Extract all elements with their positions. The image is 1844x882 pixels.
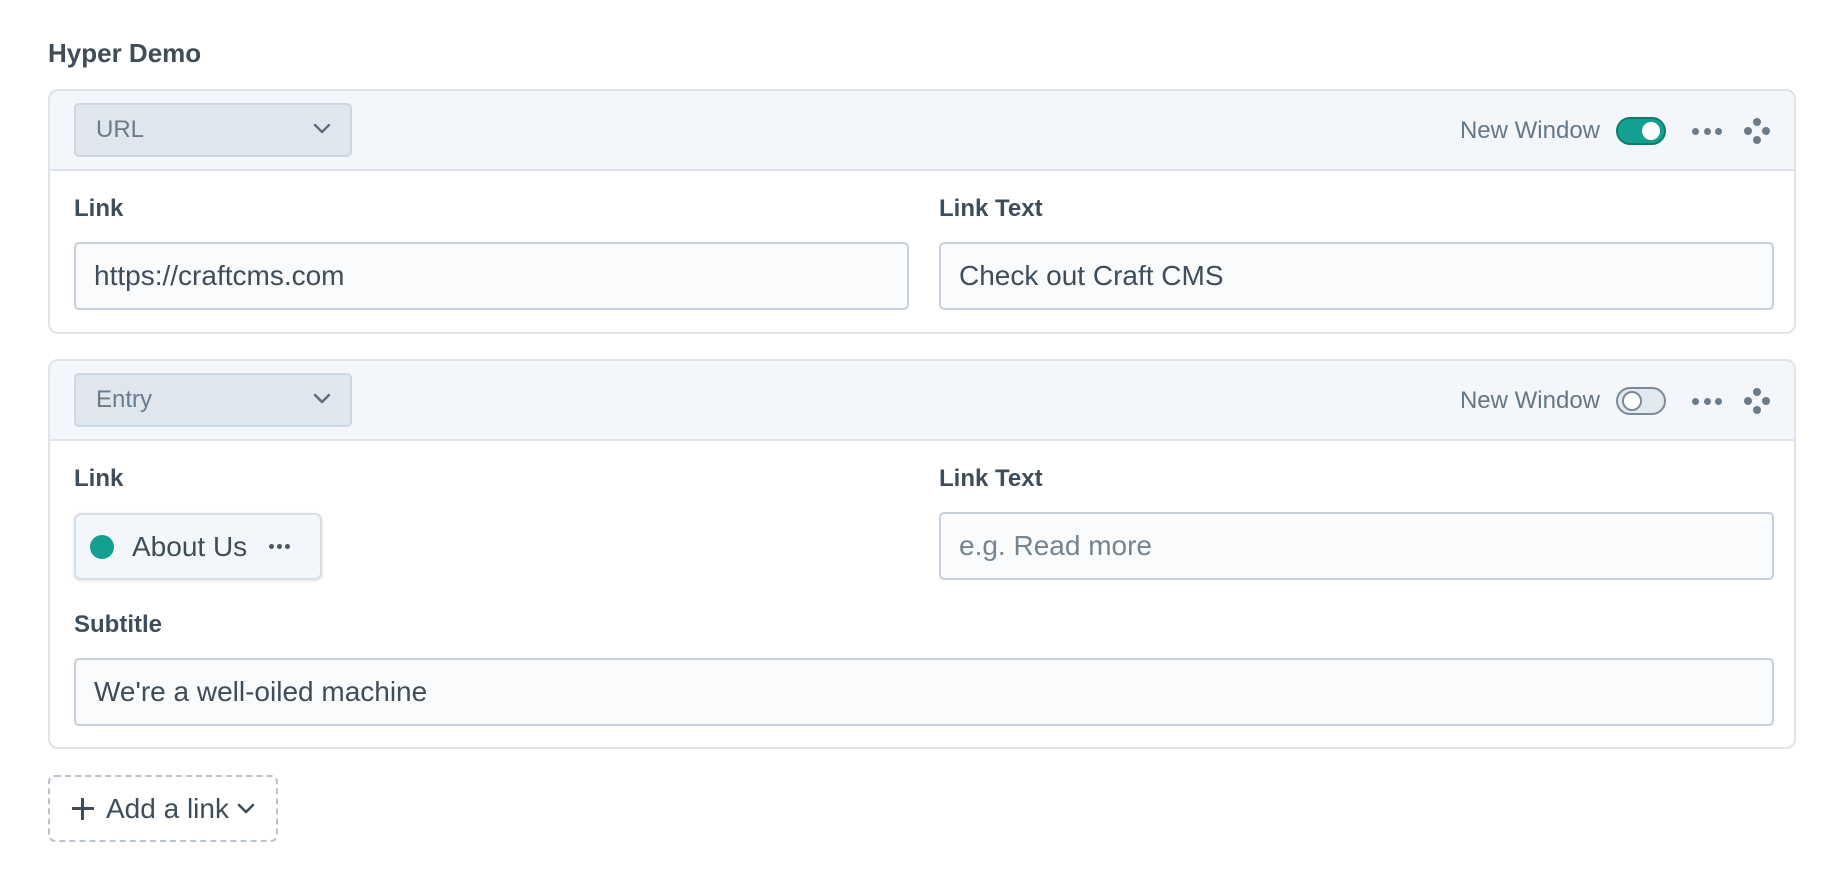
chevron-down-icon (313, 123, 331, 134)
link-text-input[interactable]: Check out Craft CMS (939, 242, 1774, 310)
field-label: Hyper Demo (48, 38, 202, 68)
link-text-input[interactable]: e.g. Read more (939, 512, 1774, 580)
link-type-value: Entry (96, 386, 153, 413)
link-type-select[interactable]: Entry (74, 373, 352, 427)
link-label: Link (74, 465, 124, 492)
add-link-label: Add a link (106, 792, 229, 824)
link-url-input[interactable]: https://craftcms.com (74, 242, 909, 310)
entry-title: About Us (132, 530, 248, 562)
link-text-label: Link Text (939, 465, 1043, 492)
link-type-value: URL (96, 116, 145, 143)
entry-chip[interactable]: About Us (74, 513, 322, 580)
toggle-knob (1622, 391, 1642, 411)
new-window-toggle[interactable] (1616, 117, 1666, 145)
chevron-down-icon (237, 803, 255, 813)
link-block-1: URL New Window Link https://craftcms.com… (48, 89, 1796, 334)
toggle-knob (1642, 122, 1660, 140)
ellipsis-icon[interactable] (1692, 389, 1722, 413)
link-text-label: Link Text (939, 195, 1043, 222)
link-label: Link (74, 195, 124, 222)
ellipsis-icon[interactable] (269, 544, 291, 549)
link-block-header: Entry New Window (50, 361, 1794, 441)
link-block-2: Entry New Window Link About Us Link Text… (48, 359, 1796, 749)
subtitle-input[interactable]: We're a well-oiled machine (74, 658, 1774, 726)
plus-icon (72, 797, 94, 820)
link-type-select[interactable]: URL (74, 103, 352, 157)
ellipsis-icon[interactable] (1692, 119, 1722, 143)
status-dot-icon (90, 534, 114, 559)
link-block-header: URL New Window (50, 91, 1794, 171)
move-icon[interactable] (1744, 388, 1770, 414)
new-window-toggle[interactable] (1616, 387, 1666, 415)
move-icon[interactable] (1744, 118, 1770, 144)
chevron-down-icon (313, 393, 331, 404)
new-window-label: New Window (1459, 387, 1600, 414)
subtitle-label: Subtitle (74, 611, 162, 638)
new-window-label: New Window (1459, 117, 1600, 144)
add-link-button[interactable]: Add a link (48, 775, 278, 842)
